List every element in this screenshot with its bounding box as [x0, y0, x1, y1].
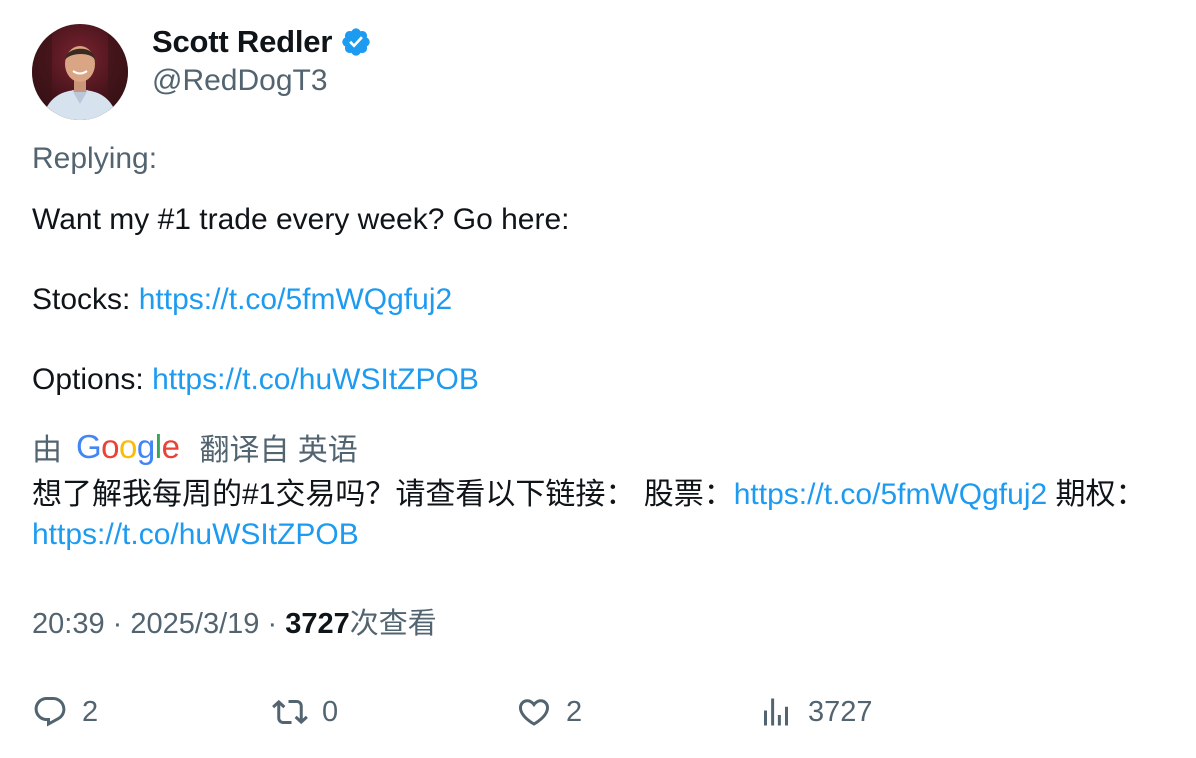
repost-button[interactable]: 0 [272, 690, 338, 734]
translated-stocks-link[interactable]: https://t.co/5fmWQgfuj2 [734, 478, 1047, 511]
google-logo: Google [76, 428, 180, 465]
meta-separator: · [267, 608, 278, 640]
options-link[interactable]: https://t.co/huWSItZPOB [152, 363, 479, 396]
translated-options-link[interactable]: https://t.co/huWSItZPOB [32, 518, 359, 551]
views-label: 次查看 [349, 608, 437, 640]
tweet-time[interactable]: 20:39 [32, 608, 105, 640]
views-button[interactable]: 3727 [758, 690, 873, 734]
author-handle[interactable]: @RedDogT3 [152, 62, 328, 100]
tweet-line-intro: Want my #1 trade every week? Go here: [32, 203, 570, 236]
tweet-date[interactable]: 2025/3/19 [130, 608, 259, 640]
analytics-bar-chart-icon [764, 698, 788, 726]
stocks-link[interactable]: https://t.co/5fmWQgfuj2 [139, 283, 452, 316]
translated-text-part1: 想了解我每周的#1交易吗？请查看以下链接： 股票： [32, 478, 734, 511]
reply-icon [34, 697, 66, 727]
reply-count: 2 [82, 695, 99, 728]
author-display-name[interactable]: Scott Redler [152, 24, 332, 60]
heart-icon [518, 699, 550, 726]
meta-separator: · [112, 608, 123, 640]
avatar-image [32, 24, 128, 120]
author-avatar[interactable] [32, 24, 128, 120]
reply-button[interactable]: 2 [32, 690, 98, 734]
translation-prefix: 由 [32, 434, 62, 467]
translation-attribution[interactable]: 由 Google 翻译自 英语 [32, 426, 358, 468]
tweet-actions: 2 0 2 3727 [32, 690, 1162, 734]
views-count: 3727 [285, 608, 350, 640]
tweet-line-stocks: Stocks: https://t.co/5fmWQgfuj2 [32, 280, 1162, 320]
views-action-count: 3727 [808, 695, 873, 728]
translated-text-part2: 期权： [1055, 478, 1146, 511]
tweet-text: Want my #1 trade every week? Go here: St… [32, 200, 1162, 400]
tweet-meta: 20:39 · 2025/3/19 · 3727次查看 [32, 604, 437, 644]
options-label: Options: [32, 363, 144, 396]
verified-badge-icon [340, 26, 372, 58]
tweet-line-options: Options: https://t.co/huWSItZPOB [32, 360, 1162, 400]
like-count: 2 [566, 695, 583, 728]
stocks-label: Stocks: [32, 283, 131, 316]
author-name-row[interactable]: Scott Redler [152, 22, 372, 62]
replying-label: Replying: [32, 142, 158, 175]
like-button[interactable]: 2 [516, 690, 582, 734]
translated-text: 想了解我每周的#1交易吗？请查看以下链接： 股票：https://t.co/5f… [32, 475, 1172, 555]
translation-source-language: 翻译自 英语 [199, 434, 358, 467]
repost-icon [272, 699, 308, 725]
repost-count: 0 [322, 695, 339, 728]
